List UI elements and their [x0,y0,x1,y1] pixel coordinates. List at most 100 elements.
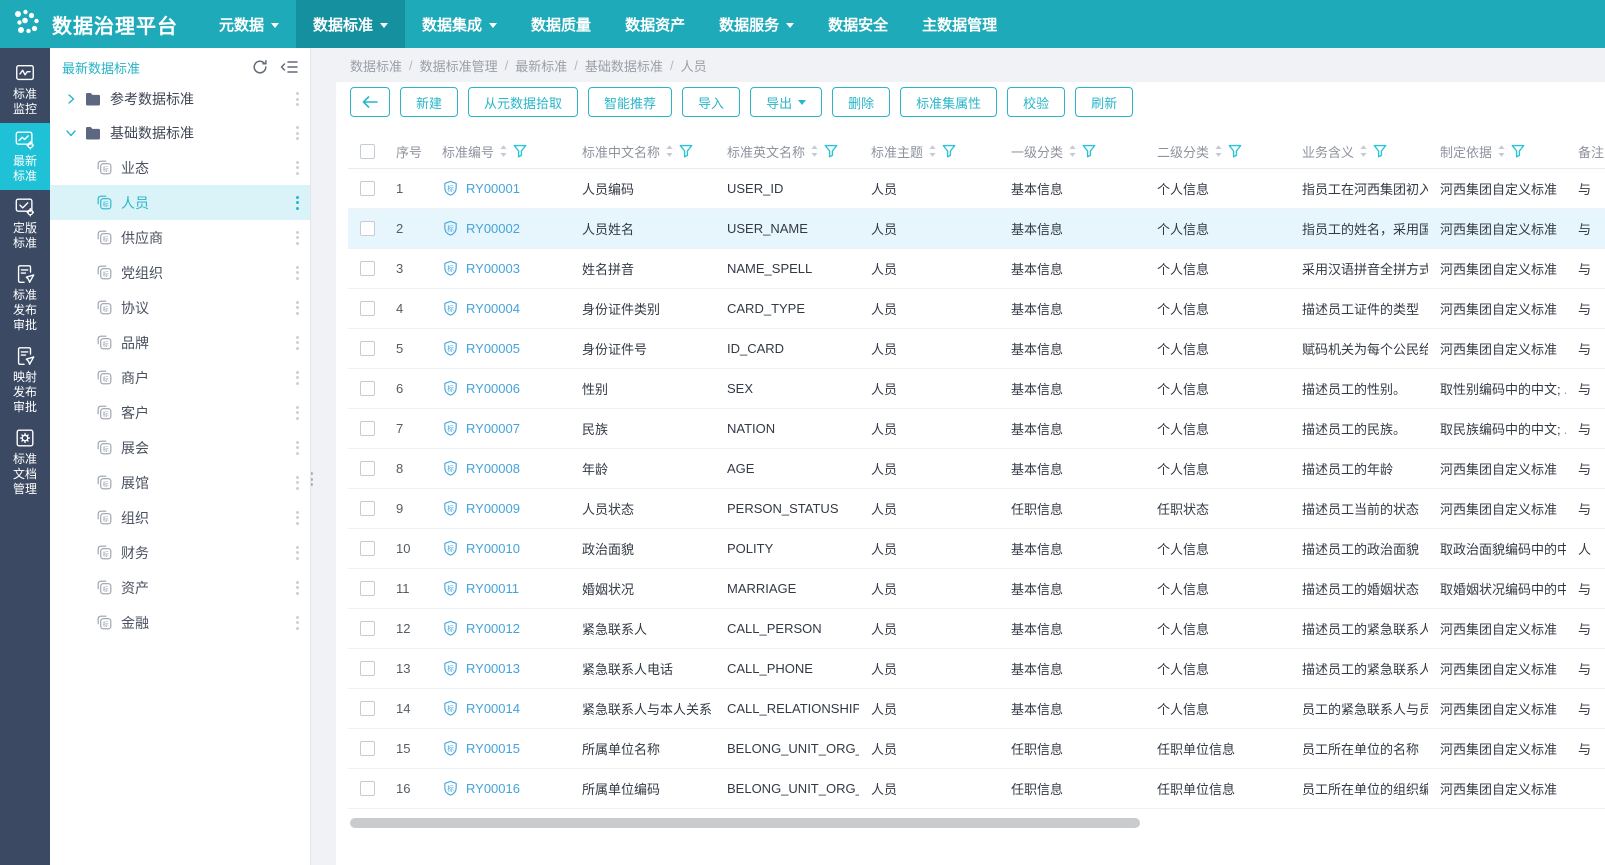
sidebar-item[interactable]: 标准发布审批 [0,257,50,339]
standard-code-link[interactable]: 标RY00010 [442,540,562,557]
more-options-icon[interactable] [284,157,310,179]
collapse-panel-icon[interactable] [280,60,298,74]
more-options-icon[interactable] [284,332,310,354]
more-options-icon[interactable] [284,472,310,494]
sidebar-item[interactable]: 标准监控 [0,56,50,123]
tree-leaf-node[interactable]: 标资产 [50,570,310,605]
sort-icon[interactable] [810,144,819,158]
standard-code-link[interactable]: 标RY00003 [442,260,562,277]
toolbar-button[interactable]: 删除 [832,87,890,117]
tree-leaf-node[interactable]: 标展会 [50,430,310,465]
table-row[interactable]: 15标RY00015所属单位名称BELONG_UNIT_ORG_...人员任职信… [348,728,1605,768]
sidebar-item[interactable]: 定版标准 [0,190,50,257]
nav-item[interactable]: 数据标准 [296,0,405,48]
toolbar-button[interactable]: 导入 [682,87,740,117]
tree-leaf-node[interactable]: 标商户 [50,360,310,395]
standard-code-link[interactable]: 标RY00015 [442,740,562,757]
standard-code-link[interactable]: 标RY00016 [442,780,562,797]
toolbar-button[interactable]: 新建 [400,87,458,117]
standard-code-link[interactable]: 标RY00008 [442,460,562,477]
row-checkbox[interactable] [360,221,375,236]
row-checkbox[interactable] [360,461,375,476]
sort-icon[interactable] [665,144,674,158]
table-row[interactable]: 14标RY00014紧急联系人与本人关系CALL_RELATIONSHIP人员基… [348,688,1605,728]
table-row[interactable]: 9标RY00009人员状态PERSON_STATUS人员任职信息任职状态描述员工… [348,488,1605,528]
more-options-icon[interactable] [284,88,310,110]
tree-leaf-node[interactable]: 标品牌 [50,325,310,360]
filter-funnel-icon[interactable] [1228,144,1242,158]
toolbar-button[interactable]: 校验 [1007,87,1065,117]
breadcrumb-item[interactable]: 数据标准管理 [420,56,498,75]
table-row[interactable]: 11标RY00011婚姻状况MARRIAGE人员基本信息个人信息描述员工的婚姻状… [348,568,1605,608]
more-options-icon[interactable] [284,402,310,424]
refresh-icon[interactable] [252,59,268,75]
tree-leaf-node[interactable]: 标党组织 [50,255,310,290]
table-row[interactable]: 12标RY00012紧急联系人CALL_PERSON人员基本信息个人信息描述员工… [348,608,1605,648]
sort-icon[interactable] [1214,144,1223,158]
tree-leaf-node[interactable]: 标人员 [50,185,310,220]
standard-code-link[interactable]: 标RY00005 [442,340,562,357]
standard-code-link[interactable]: 标RY00002 [442,220,562,237]
horizontal-scrollbar-thumb[interactable] [350,818,1140,828]
standard-code-link[interactable]: 标RY00007 [442,420,562,437]
standard-code-link[interactable]: 标RY00004 [442,300,562,317]
row-checkbox[interactable] [360,341,375,356]
table-row[interactable]: 7标RY00007民族NATION人员基本信息个人信息描述员工的民族。取民族编码… [348,408,1605,448]
toolbar-button[interactable]: 从元数据拾取 [468,87,578,117]
nav-item[interactable]: 数据服务 [702,0,811,48]
row-checkbox[interactable] [360,741,375,756]
sort-icon[interactable] [928,144,937,158]
tree-leaf-node[interactable]: 标金融 [50,605,310,640]
more-options-icon[interactable] [284,262,310,284]
row-checkbox[interactable] [360,181,375,196]
tree-leaf-node[interactable]: 标客户 [50,395,310,430]
nav-item[interactable]: 数据质量 [514,0,608,48]
sidebar-item[interactable]: 标准文档管理 [0,421,50,503]
sort-icon[interactable] [1497,144,1506,158]
row-checkbox[interactable] [360,701,375,716]
table-row[interactable]: 6标RY00006性别SEX人员基本信息个人信息描述员工的性别。取性别编码中的中… [348,368,1605,408]
breadcrumb-item[interactable]: 基础数据标准 [585,56,663,75]
more-options-icon[interactable] [284,367,310,389]
table-row[interactable]: 4标RY00004身份证件类别CARD_TYPE人员基本信息个人信息描述员工证件… [348,288,1605,328]
standard-code-link[interactable]: 标RY00014 [442,700,562,717]
nav-item[interactable]: 数据资产 [608,0,702,48]
standard-code-link[interactable]: 标RY00012 [442,620,562,637]
filter-funnel-icon[interactable] [679,144,693,158]
more-options-icon[interactable] [284,507,310,529]
standard-code-link[interactable]: 标RY00001 [442,180,562,197]
more-options-icon[interactable] [284,437,310,459]
tree-leaf-node[interactable]: 标供应商 [50,220,310,255]
filter-funnel-icon[interactable] [942,144,956,158]
table-row[interactable]: 2标RY00002人员姓名USER_NAME人员基本信息个人信息指员工的姓名，采… [348,208,1605,248]
table-row[interactable]: 8标RY00008年龄AGE人员基本信息个人信息描述员工的年龄河西集团自定义标准… [348,448,1605,488]
sidebar-item[interactable]: 最新标准 [0,123,50,190]
nav-item[interactable]: 元数据 [202,0,296,48]
chevron-down-icon[interactable] [65,127,79,139]
breadcrumb-item[interactable]: 最新标准 [515,56,567,75]
tree-folder-node[interactable]: 基础数据标准 [50,116,310,150]
standard-code-link[interactable]: 标RY00011 [442,580,562,597]
row-checkbox[interactable] [360,421,375,436]
row-checkbox[interactable] [360,301,375,316]
tree-folder-node[interactable]: 参考数据标准 [50,82,310,116]
toolbar-button[interactable]: 智能推荐 [588,87,672,117]
toolbar-button[interactable]: 导出 [750,87,822,117]
more-options-icon[interactable] [284,577,310,599]
row-checkbox[interactable] [360,501,375,516]
row-checkbox[interactable] [360,621,375,636]
row-checkbox[interactable] [360,581,375,596]
table-row[interactable]: 1标RY00001人员编码USER_ID人员基本信息个人信息指员工在河西集团初入… [348,168,1605,208]
toolbar-button[interactable]: 标准集属性 [900,87,997,117]
filter-funnel-icon[interactable] [1082,144,1096,158]
nav-item[interactable]: 数据集成 [405,0,514,48]
sort-icon[interactable] [1359,144,1368,158]
filter-funnel-icon[interactable] [824,144,838,158]
table-row[interactable]: 5标RY00005身份证件号ID_CARD人员基本信息个人信息赋码机关为每个公民… [348,328,1605,368]
table-row[interactable]: 3标RY00003姓名拼音NAME_SPELL人员基本信息个人信息采用汉语拼音全… [348,248,1605,288]
tree-leaf-node[interactable]: 标展馆 [50,465,310,500]
sidebar-item[interactable]: 映射发布审批 [0,339,50,421]
row-checkbox[interactable] [360,381,375,396]
more-options-icon[interactable] [284,542,310,564]
tree-leaf-node[interactable]: 标业态 [50,150,310,185]
